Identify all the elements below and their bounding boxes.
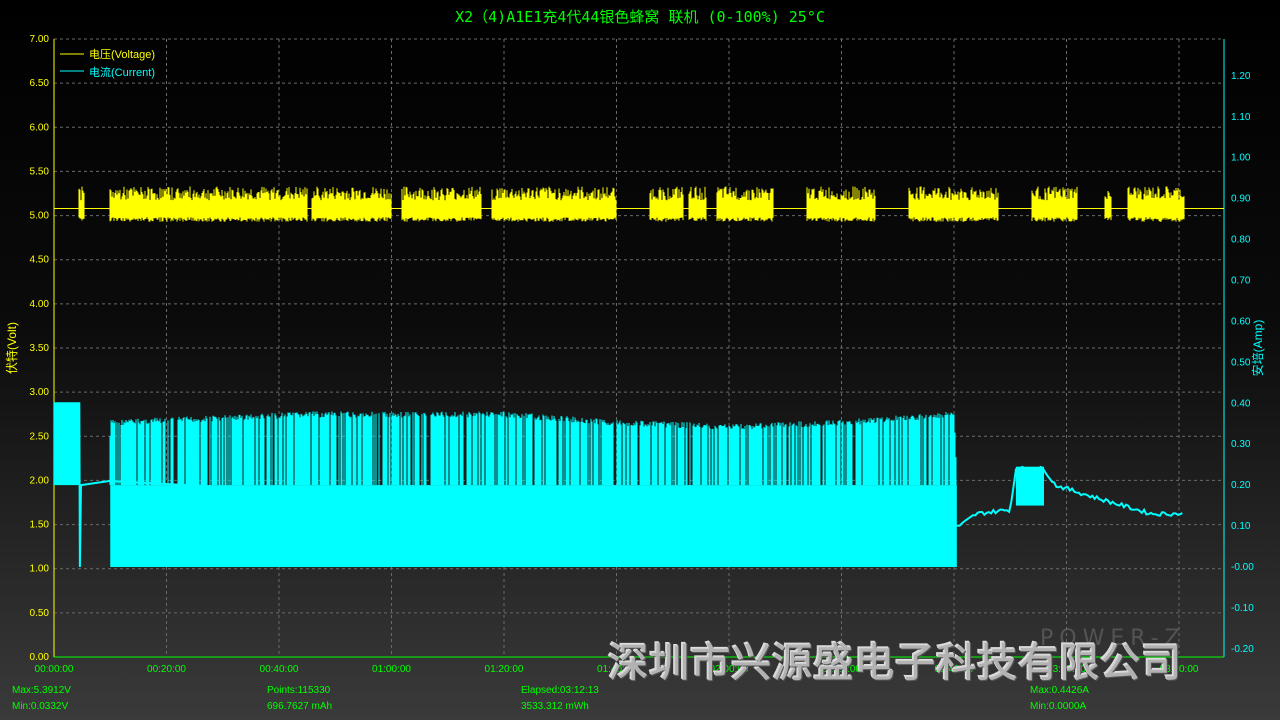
- x-tick-label: 00:20:00: [147, 664, 186, 675]
- y-left-tick-label: 6.50: [30, 78, 50, 89]
- stat-min-voltage: Min:0.0332V: [12, 701, 69, 712]
- y-left-tick-label: 4.00: [30, 299, 50, 310]
- y-left-tick-label: 1.00: [30, 564, 50, 575]
- legend-label-voltage: 电压(Voltage): [89, 48, 155, 61]
- y-left-tick-label: 2.00: [30, 475, 50, 486]
- y-left-axis-title: 伏特(Volt): [4, 322, 19, 374]
- watermark-company: 深圳市兴源盛电子科技有限公司: [608, 640, 1182, 686]
- y-left-tick-label: 3.50: [30, 343, 50, 354]
- y-right-tick-label: 0.20: [1231, 480, 1251, 491]
- x-tick-label: 01:20:00: [485, 664, 524, 675]
- y-right-tick-label: 1.00: [1231, 153, 1251, 164]
- y-left-tick-label: 2.50: [30, 431, 50, 442]
- y-right-tick-label: 0.80: [1231, 235, 1251, 246]
- y-right-tick-label: 0.70: [1231, 275, 1251, 286]
- y-left-tick-label: 4.50: [30, 255, 50, 266]
- y-left-tick-label: 3.00: [30, 387, 50, 398]
- y-right-tick-label: -0.00: [1231, 562, 1254, 573]
- y-left-tick-label: 5.50: [30, 166, 50, 177]
- legend-label-current: 电流(Current): [89, 65, 155, 79]
- y-right-tick-label: 0.10: [1231, 521, 1251, 532]
- y-left-tick-label: 5.00: [30, 211, 50, 222]
- y-left-tick-label: 7.00: [30, 34, 50, 45]
- stat-points: Points:115330: [267, 685, 331, 696]
- y-right-tick-label: 1.20: [1231, 71, 1251, 82]
- current-start-fill: [54, 403, 80, 486]
- y-right-tick-label: -0.20: [1231, 644, 1254, 655]
- y-right-tick-label: 1.10: [1231, 112, 1251, 123]
- stat-capacity-mah: 696.7627 mAh: [267, 701, 333, 712]
- y-right-tick-label: 0.30: [1231, 439, 1251, 450]
- y-right-tick-label: 0.60: [1231, 316, 1251, 327]
- stat-elapsed: Elapsed:03:12:13: [521, 685, 599, 696]
- series-voltage: [54, 186, 1224, 222]
- y-right-tick-label: 0.50: [1231, 357, 1251, 368]
- legend: [60, 53, 84, 72]
- current-bump-fill: [1015, 466, 1044, 506]
- x-tick-label: 00:00:00: [35, 664, 74, 675]
- y-right-tick-label: 0.40: [1231, 398, 1251, 409]
- stat-min-current: Min:0.0000A: [1030, 701, 1087, 712]
- chart-plot: 0.00 0.50 1.00 1.50 2.00 2.50 3.00 3.50 4.00 4.50…: [4, 34, 1265, 675]
- y-left-tick-label: 0.50: [30, 608, 50, 619]
- y-left-tick-label: 0.00: [30, 652, 50, 663]
- y-left-tick-label: 1.50: [30, 520, 50, 531]
- y-left-tick-label: 6.00: [30, 122, 50, 133]
- stat-energy-mwh: 3533.312 mWh: [521, 701, 589, 712]
- chart-window: X2（4)A1E1充4代44银色蜂窝 联机 (0-100%) 25°C 0.00…: [0, 0, 1280, 720]
- x-tick-label: 01:00:00: [372, 664, 411, 675]
- y-right-tick-label: 0.90: [1231, 194, 1251, 205]
- y-right-tick-label: -0.10: [1231, 603, 1254, 614]
- current-low-fill: [110, 485, 957, 567]
- series-current: [54, 402, 1183, 567]
- stat-max-voltage: Max:5.3912V: [12, 685, 71, 696]
- y-right-axis-title: 安培(Amp): [1250, 320, 1265, 377]
- x-tick-label: 00:40:00: [260, 664, 299, 675]
